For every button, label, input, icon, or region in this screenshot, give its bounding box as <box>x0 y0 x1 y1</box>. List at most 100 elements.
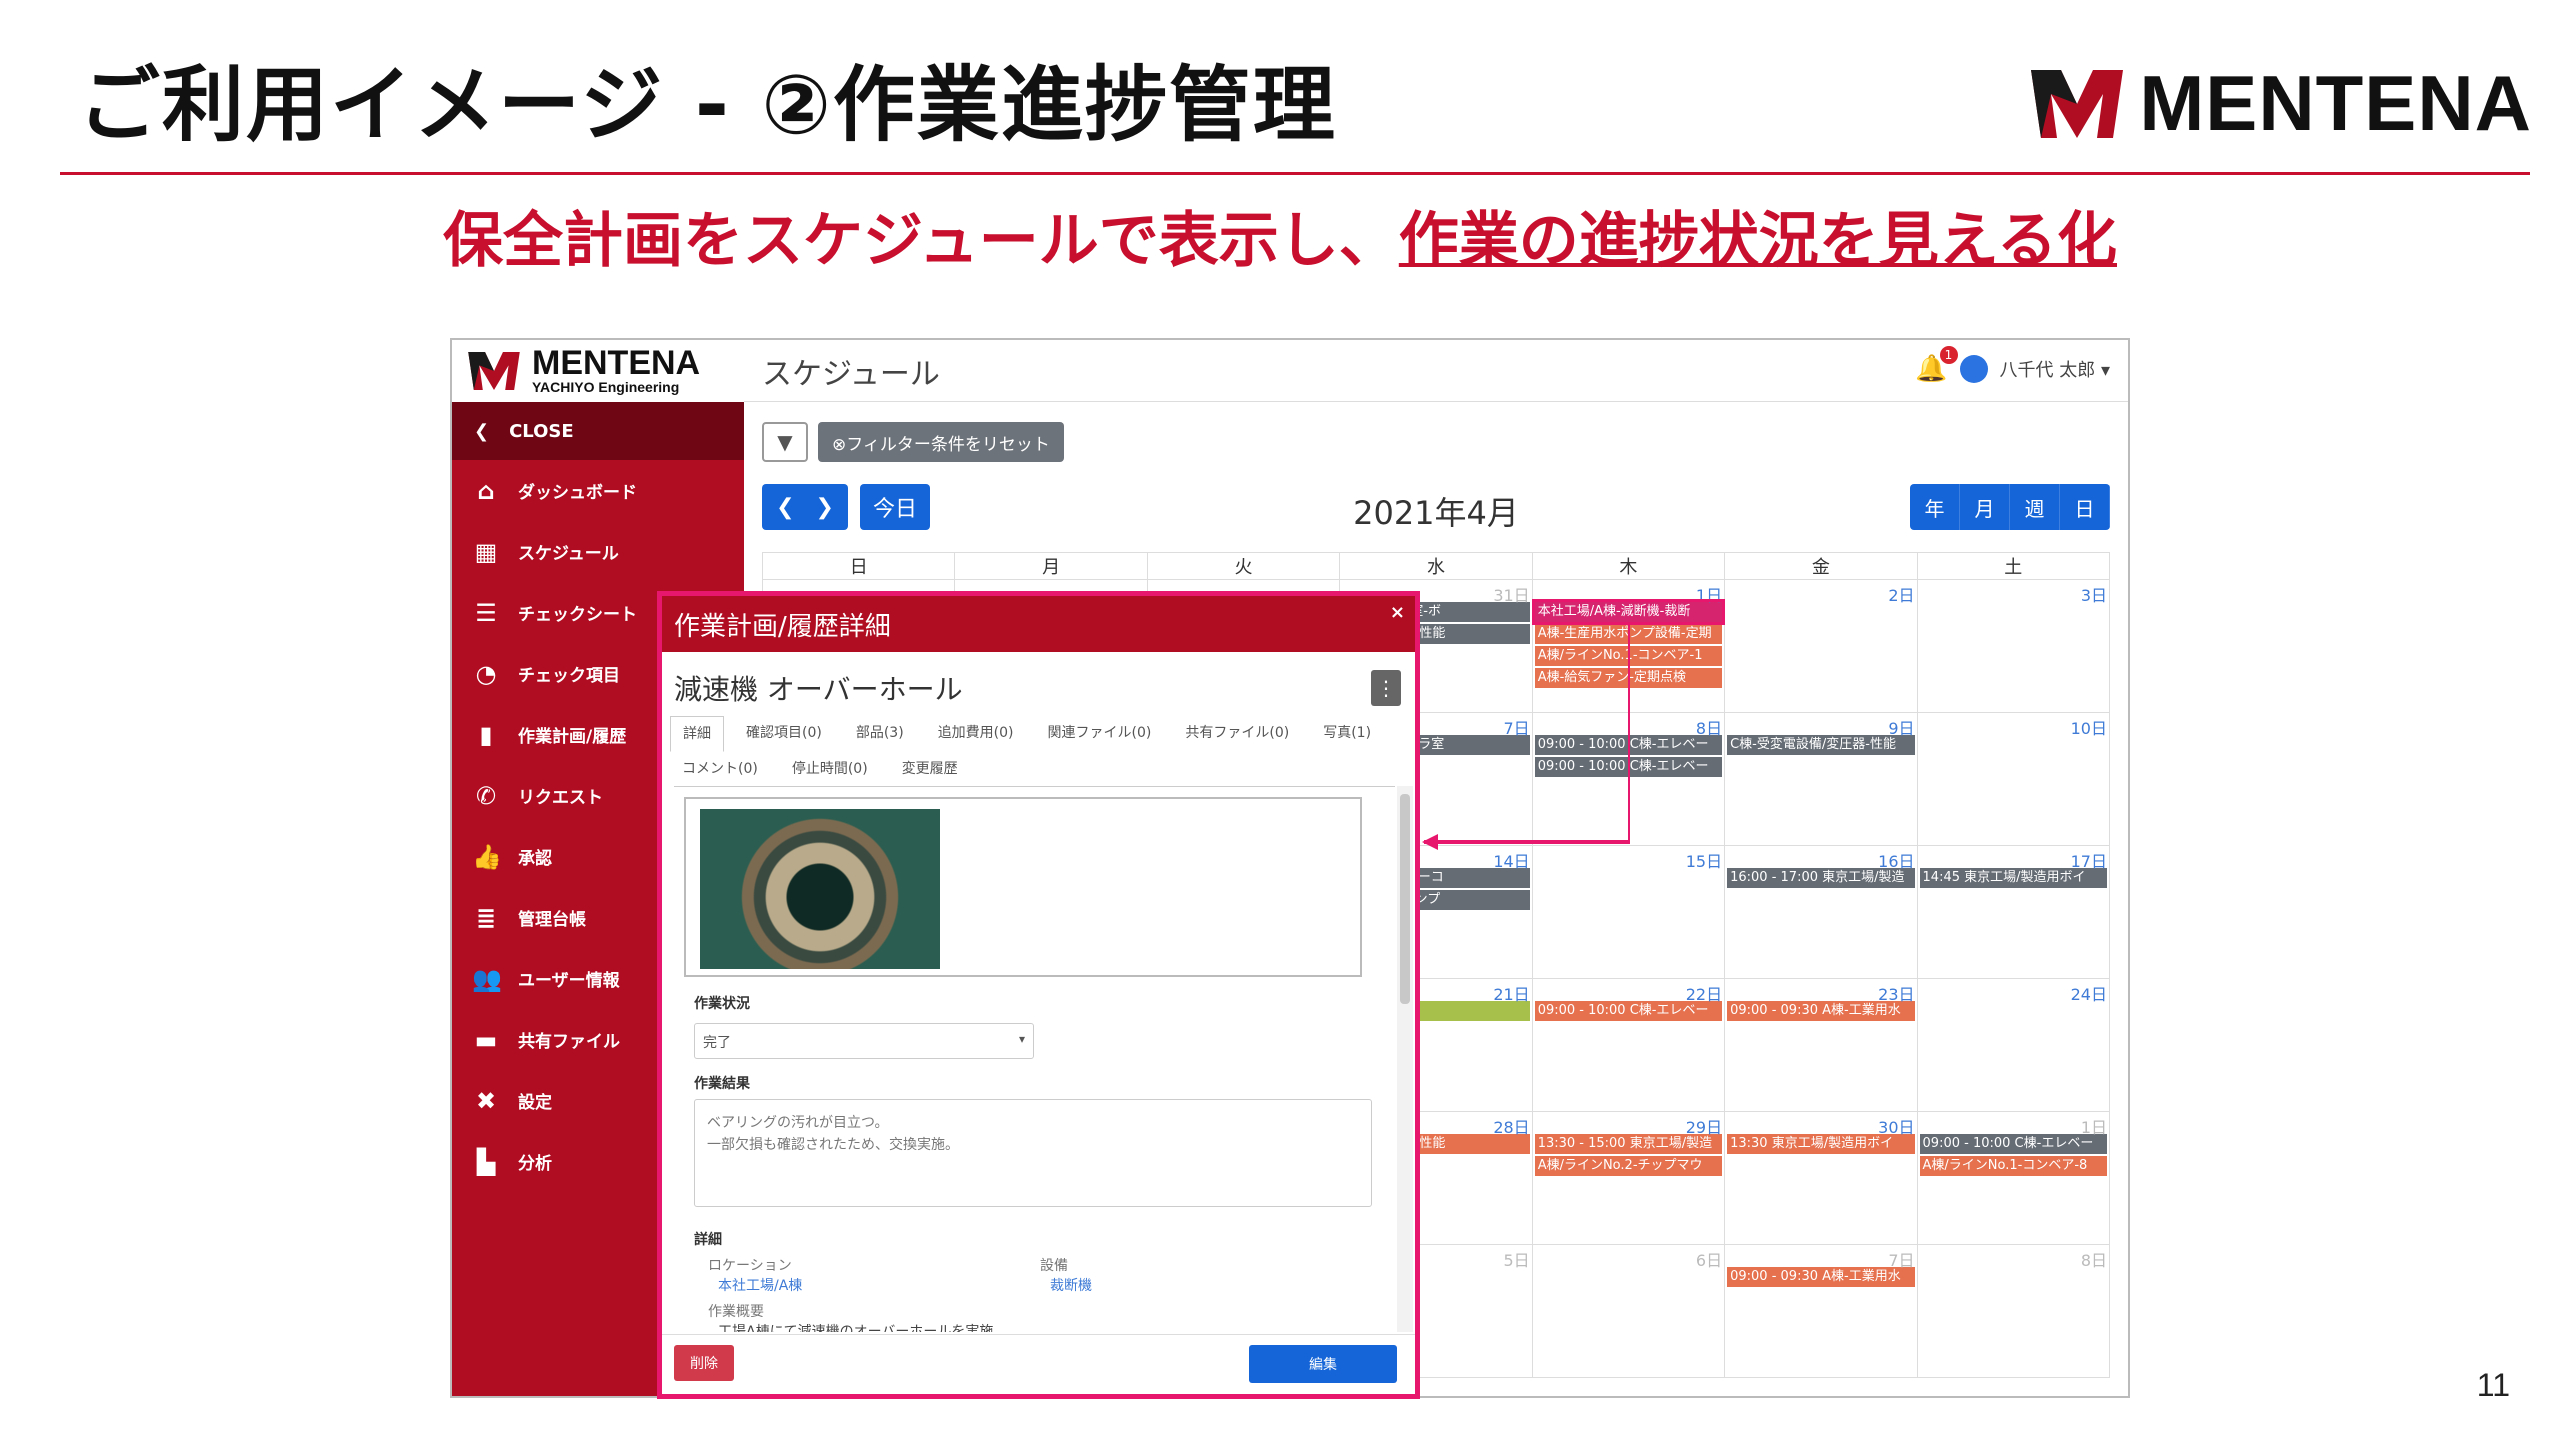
day-number: 30日 <box>1878 1118 1915 1137</box>
modal-title: 減速機 オーバーホール <box>674 673 963 706</box>
calendar-event[interactable]: A棟-生産用水ポンプ設備-定期 <box>1534 624 1723 644</box>
weekday-header: 月 <box>954 552 1148 580</box>
calendar-day[interactable]: 1日 本社工場/A棟-減断機-裁断 A棟-生産用水ポンプ設備-定期 A棟/ラインNo.… <box>1531 579 1726 713</box>
calendar-day[interactable]: 16日 16:00 - 17:00 東京工場/製造 <box>1724 845 1918 979</box>
calendar-day[interactable]: 23日 09:00 - 09:30 A棟-工業用水 <box>1724 978 1918 1112</box>
calendar-day[interactable]: 24日 <box>1916 978 2111 1112</box>
modal-tab-1[interactable]: 確認項目(0) <box>734 716 834 752</box>
sidebar-item-label: 管理台帳 <box>518 910 586 930</box>
calendar-day[interactable]: 1日 09:00 - 10:00 C棟-エレベー A棟/ラインNo.1-コンベア-8 <box>1916 1111 2111 1245</box>
calendar-day[interactable]: 2日 <box>1724 579 1918 713</box>
location-label: ロケーション <box>708 1258 792 1274</box>
chart-icon: ▙ <box>476 1147 496 1176</box>
day-number: 17日 <box>2070 852 2107 871</box>
modal-tab-3[interactable]: 追加費用(0) <box>926 716 1026 752</box>
notification-bell-icon[interactable]: 🔔 1 <box>1915 346 1958 384</box>
weekday-header: 火 <box>1146 552 1341 580</box>
calendar-day[interactable]: 29日 13:30 - 15:00 東京工場/製造 A棟/ラインNo.2-チップマウ <box>1531 1111 1726 1245</box>
modal-tab-6[interactable]: 写真(1) <box>1311 716 1383 752</box>
filter-icon: ▼ <box>777 430 793 454</box>
calendar-event[interactable]: C棟-受変電設備/変圧器-性能 <box>1727 735 1915 755</box>
notification-badge: 1 <box>1939 346 1958 364</box>
modal-tab-0[interactable]: 詳細 <box>670 716 724 752</box>
calendar-day[interactable]: 6日 <box>1531 1244 1726 1378</box>
calendar-day[interactable]: 22日 09:00 - 10:00 C棟-エレベー <box>1531 978 1726 1112</box>
calendar-event[interactable]: 09:00 - 09:30 A棟-工業用水 <box>1727 1001 1915 1021</box>
calendar-day[interactable]: 17日 14:45 東京工場/製造用ボイ <box>1916 845 2111 979</box>
sidebar-item-label: スケジュール <box>518 544 619 564</box>
calendar-event[interactable]: A棟/ラインNo.1-コンベア-8 <box>1919 1156 2107 1176</box>
delete-button[interactable]: 削除 <box>674 1345 734 1381</box>
day-number: 8日 <box>1695 719 1723 738</box>
status-value: 完了 <box>703 1035 731 1051</box>
sidebar-item-label: リクエスト <box>518 788 603 808</box>
phone-icon: ✆ <box>475 781 497 810</box>
user-avatar-icon <box>1959 355 1988 383</box>
modal-tab-2[interactable]: 部品(3) <box>844 716 916 752</box>
view-button-2[interactable]: 週 <box>2010 484 2060 530</box>
bearing-photo[interactable] <box>700 809 940 969</box>
calendar-event[interactable]: 14:45 東京工場/製造用ボイ <box>1919 868 2107 888</box>
modal-tab-9[interactable]: 変更履歴 <box>890 752 970 786</box>
calendar-event[interactable]: A棟-給気ファン-定期点検 <box>1534 668 1723 688</box>
calendar-event[interactable]: 09:00 - 09:30 A棟-工業用水 <box>1727 1267 1915 1287</box>
calendar-day[interactable]: 10日 <box>1916 712 2111 846</box>
view-button-3[interactable]: 日 <box>2060 484 2110 530</box>
calendar-day[interactable]: 9日 C棟-受変電設備/変圧器-性能 <box>1724 712 1918 846</box>
sidebar-close-label: CLOSE <box>509 420 574 442</box>
calendar-event[interactable]: 09:00 - 10:00 C棟-エレベー <box>1919 1134 2107 1154</box>
equipment-label: 設備 <box>1040 1258 1068 1274</box>
sidebar-logo-name: MENTENA <box>532 344 701 382</box>
result-textarea[interactable]: ベアリングの汚れが目立つ。 一部欠損も確認されたため、交換実施。 <box>694 1099 1372 1207</box>
calendar-event[interactable]: A棟/ラインNo.2-チップマウ <box>1534 1156 1723 1176</box>
kebab-menu-icon[interactable]: ⋮ <box>1371 670 1401 706</box>
edit-button[interactable]: 編集 <box>1249 1345 1397 1383</box>
filter-reset-button[interactable]: ⊗フィルター条件をリセット <box>818 422 1064 462</box>
sidebar-item-label: 承認 <box>518 849 552 869</box>
modal-close-icon[interactable]: × <box>1390 602 1405 623</box>
day-number: 15日 <box>1685 852 1723 871</box>
view-button-1[interactable]: 月 <box>1960 484 2010 530</box>
calendar-event[interactable]: 13:30 - 15:00 東京工場/製造 <box>1534 1134 1723 1154</box>
modal-tab-8[interactable]: 停止時間(0) <box>780 752 880 786</box>
calendar-day[interactable]: 8日 09:00 - 10:00 C棟-エレベー 09:00 - 10:00 C棟-… <box>1531 712 1726 846</box>
day-number: 24日 <box>2070 985 2107 1004</box>
mentena-logo-icon <box>2031 69 2124 138</box>
filter-button[interactable]: ▼ <box>762 422 808 462</box>
day-number: 7日 <box>1888 1251 1915 1270</box>
calendar-event[interactable]: 13:30 東京工場/製造用ボイ <box>1727 1134 1915 1154</box>
calendar-day[interactable]: 7日 09:00 - 09:30 A棟-工業用水 <box>1724 1244 1918 1378</box>
calendar-event[interactable]: 16:00 - 17:00 東京工場/製造 <box>1727 868 1915 888</box>
sidebar-item-0[interactable]: ⌂ ダッシュボード <box>452 460 744 521</box>
page-title: スケジュール <box>762 356 940 392</box>
modal-tab-4[interactable]: 関連ファイル(0) <box>1036 716 1164 752</box>
view-button-0[interactable]: 年 <box>1910 484 1960 530</box>
scrollbar-thumb[interactable] <box>1400 794 1410 1004</box>
result-label: 作業結果 <box>694 1076 750 1092</box>
calendar-day[interactable]: 3日 <box>1916 579 2111 713</box>
calendar-event[interactable]: 09:00 - 10:00 C棟-エレベー <box>1534 735 1723 755</box>
calendar-day[interactable]: 15日 <box>1531 845 1726 979</box>
calendar-event[interactable]: A棟/ラインNo.1-コンベア-1 <box>1534 646 1723 666</box>
modal-tab-5[interactable]: 共有ファイル(0) <box>1173 716 1301 752</box>
calendar-day[interactable]: 30日 13:30 東京工場/製造用ボイ <box>1724 1111 1918 1245</box>
day-number: 2日 <box>1888 586 1915 605</box>
sidebar-item-1[interactable]: ▦ スケジュール <box>452 521 744 582</box>
equipment-link[interactable]: 裁断機 <box>1050 1275 1092 1295</box>
status-select[interactable]: 完了 ▾ <box>694 1023 1034 1059</box>
calendar-event[interactable]: 09:00 - 10:00 C棟-エレベー <box>1534 1001 1723 1021</box>
calendar-day[interactable]: 8日 <box>1916 1244 2111 1378</box>
brand-logo: MENTENA <box>2027 58 2532 149</box>
filter-row: ▼ ⊗フィルター条件をリセット <box>762 422 1064 462</box>
sidebar-close-button[interactable]: ❮ CLOSE <box>452 402 744 460</box>
day-number: 1日 <box>2080 1118 2107 1137</box>
modal-tab-7[interactable]: コメント(0) <box>670 752 770 786</box>
sidebar-logo: MENTENA YACHIYO Engineering <box>452 340 744 402</box>
user-menu[interactable]: 八千代 太郎 ▾ <box>2000 356 2111 382</box>
calendar-event[interactable]: 09:00 - 10:00 C棟-エレベー <box>1534 757 1723 777</box>
result-line-2: 一部欠損も確認されたため、交換実施。 <box>707 1137 959 1153</box>
calendar-event[interactable]: 本社工場/A棟-減断機-裁断 <box>1531 599 1726 625</box>
modal-scrollbar[interactable] <box>1397 786 1413 1332</box>
sidebar-item-label: チェックシート <box>518 605 637 625</box>
location-link[interactable]: 本社工場/A棟 <box>718 1275 802 1295</box>
